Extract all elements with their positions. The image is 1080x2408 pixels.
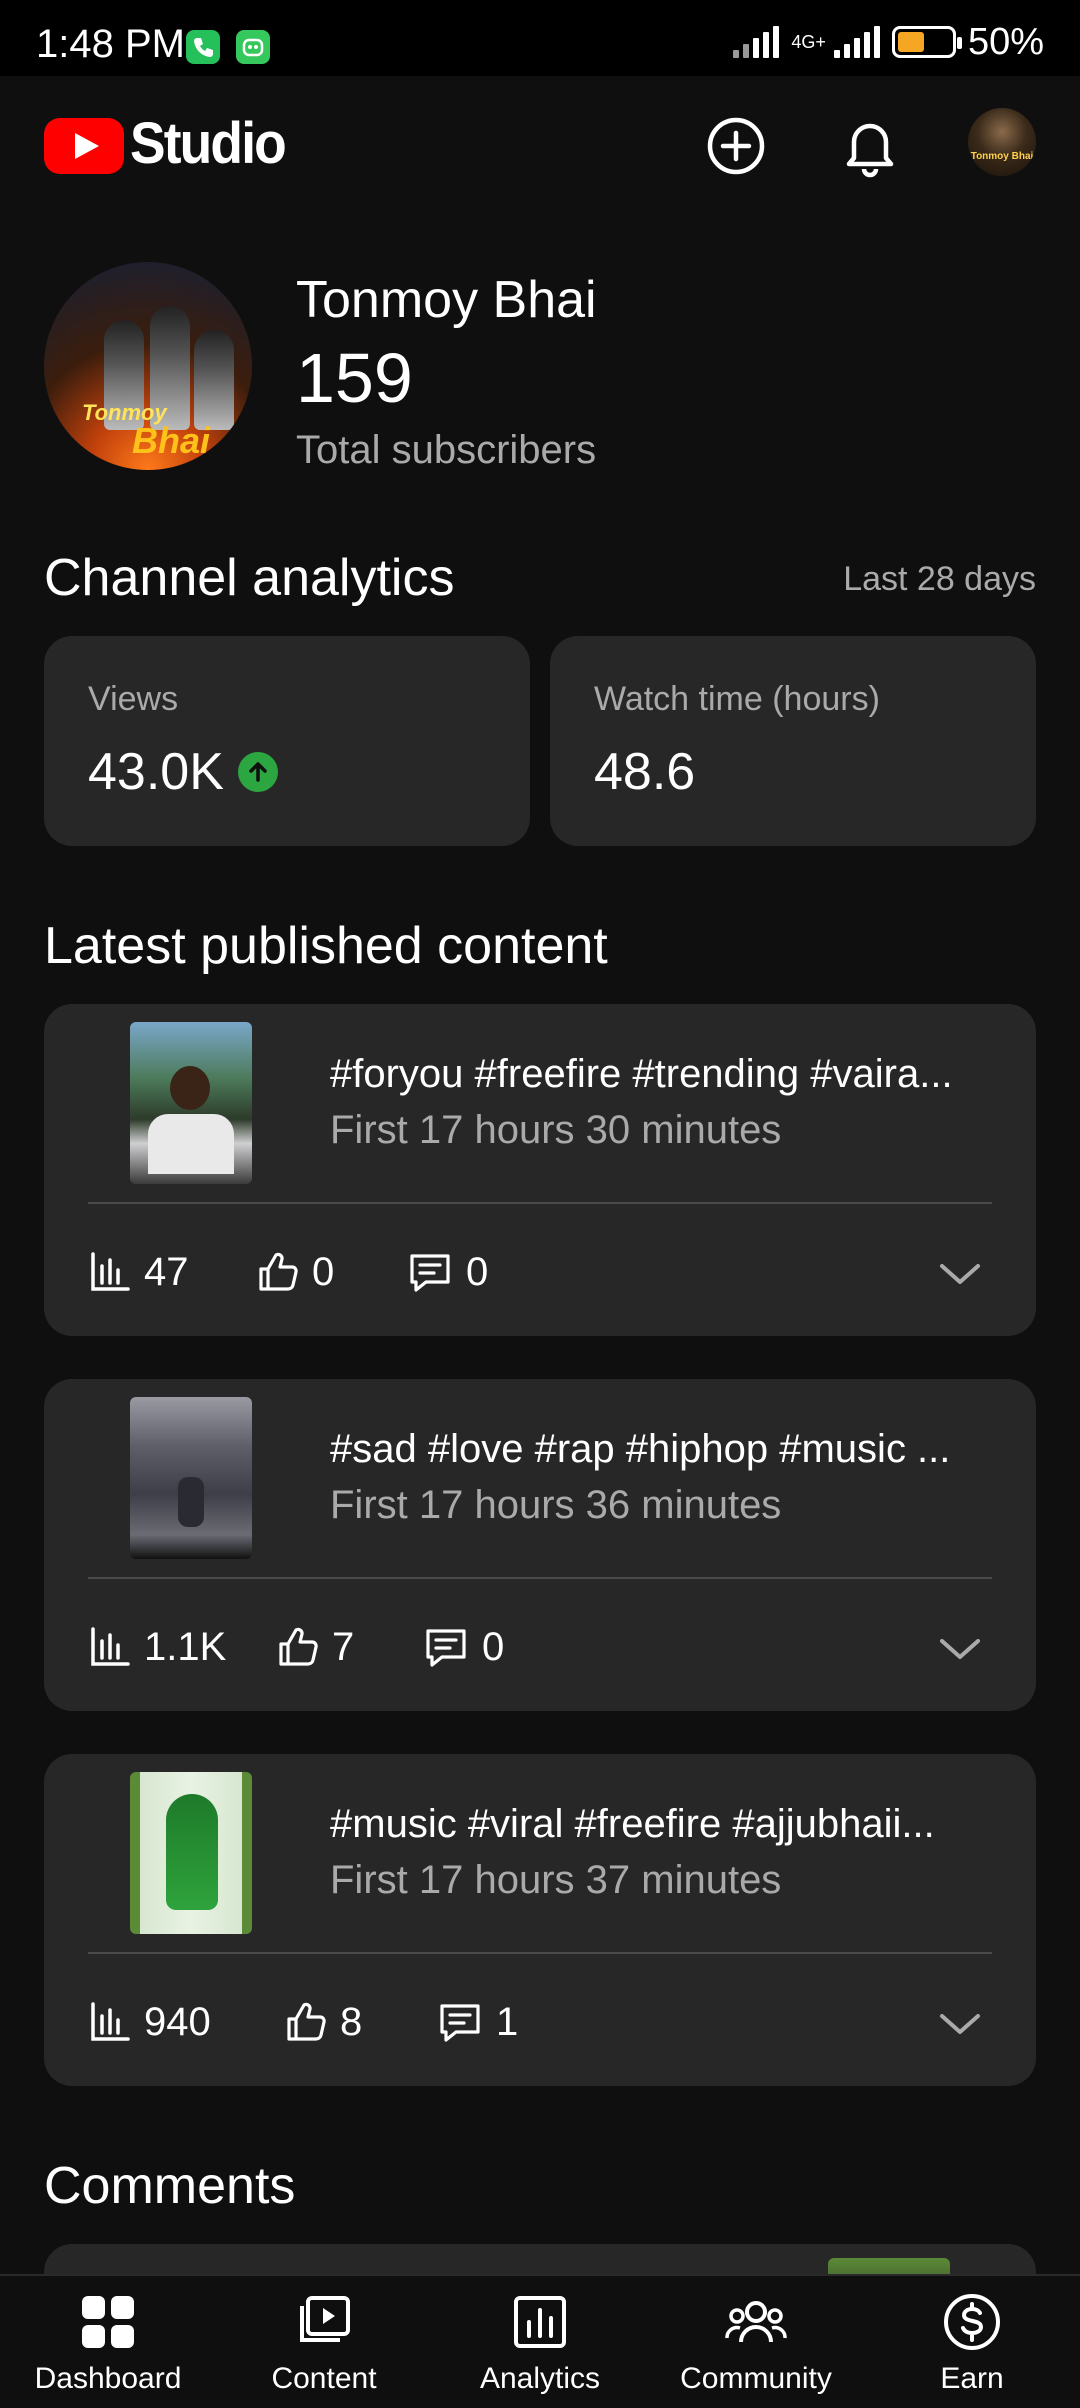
video-thumbnail[interactable] [130, 1397, 252, 1559]
analytics-icon [508, 2290, 572, 2354]
bar-chart-icon [91, 1627, 130, 1666]
comment-icon [410, 1254, 450, 1292]
content-card[interactable]: #sad #love #rap #hiphop #music ... First… [44, 1379, 1036, 1711]
chevron-down-icon[interactable] [936, 2004, 984, 2044]
comments-title: Comments [44, 2157, 296, 2215]
nav-dashboard[interactable]: Dashboard [8, 2290, 208, 2400]
status-bar: 1:48 PM 4G+ 50% [0, 0, 1080, 76]
likes-metric: 7 [276, 1619, 354, 1675]
thumbs-up-icon [287, 2002, 326, 2041]
comment-icon [426, 1629, 466, 1667]
chat-bot-icon [236, 30, 270, 64]
divider [88, 1202, 992, 1204]
video-title: #sad #love #rap #hiphop #music ... [330, 1427, 951, 1471]
bar-chart-icon [91, 2002, 130, 2041]
nav-label: Community [680, 2362, 832, 2395]
views-count: 940 [144, 1999, 211, 2044]
battery-icon [891, 26, 962, 58]
create-button[interactable] [702, 112, 770, 180]
likes-count: 0 [312, 1249, 335, 1294]
channel-name: Tonmoy Bhai [296, 271, 597, 329]
video-performance-window: First 17 hours 36 minutes [330, 1483, 782, 1527]
content-card[interactable]: #music #viral #freefire #ajjubhaii... Fi… [44, 1754, 1036, 2086]
nav-label: Dashboard [34, 2362, 182, 2395]
views-metric: 940 [88, 1994, 211, 2050]
views-label: Views [88, 680, 179, 718]
account-avatar[interactable]: Tonmoy Bhai [968, 108, 1036, 176]
add-circle-icon [707, 117, 765, 175]
analytics-range: Last 28 days [843, 560, 1036, 598]
thumbs-up-icon [259, 1252, 298, 1291]
signal-icon [733, 26, 780, 58]
nav-content[interactable]: Content [224, 2290, 424, 2400]
app-title: Studio [130, 111, 287, 176]
latest-content-title: Latest published content [44, 917, 608, 975]
video-title: #music #viral #freefire #ajjubhaii... [330, 1802, 935, 1846]
chevron-down-icon[interactable] [936, 1254, 984, 1294]
bar-chart-icon [91, 1252, 130, 1291]
likes-count: 7 [332, 1624, 355, 1669]
earn-icon [940, 2290, 1004, 2354]
phone-call-icon [186, 30, 220, 64]
video-performance-window: First 17 hours 37 minutes [330, 1858, 782, 1902]
comment-icon [440, 2004, 480, 2042]
views-count: 1.1K [144, 1624, 227, 1669]
content-icon [292, 2290, 356, 2354]
comments-metric: 0 [406, 1244, 488, 1300]
comments-metric: 1 [436, 1994, 518, 2050]
status-indicators: 4G+ 50% [733, 20, 1044, 64]
subscriber-label: Total subscribers [296, 428, 597, 472]
watch-time-card[interactable]: Watch time (hours) 48.6 [550, 636, 1036, 846]
avatar-name-line2: Bhai [132, 420, 211, 461]
comments-count: 1 [496, 1999, 519, 2044]
avatar-text: Tonmoy Bhai [970, 151, 1034, 162]
video-thumbnail[interactable] [130, 1022, 252, 1184]
views-value: 43.0K [88, 743, 224, 801]
bottom-navigation: Dashboard Content Analytics Community Ea… [0, 2274, 1080, 2408]
likes-count: 8 [340, 1999, 363, 2044]
nav-community[interactable]: Community [656, 2290, 856, 2400]
watch-time-value: 48.6 [594, 743, 696, 801]
divider [88, 1577, 992, 1579]
views-count: 47 [144, 1249, 189, 1294]
network-type: 4G+ [791, 32, 826, 52]
chevron-down-icon[interactable] [936, 1629, 984, 1669]
community-icon [724, 2290, 788, 2354]
video-thumbnail[interactable] [130, 1772, 252, 1934]
video-performance-window: First 17 hours 30 minutes [330, 1108, 782, 1152]
battery-percent: 50% [967, 20, 1044, 63]
subscriber-count: 159 [296, 339, 413, 417]
video-title: #foryou #freefire #trending #vaira... [330, 1052, 953, 1096]
signal-icon-2 [833, 26, 880, 58]
nav-label: Content [271, 2362, 377, 2395]
comments-count: 0 [466, 1249, 489, 1294]
bell-icon [846, 123, 894, 178]
content-card[interactable]: #foryou #freefire #trending #vaira... Fi… [44, 1004, 1036, 1336]
app-header: Studio Tonmoy Bhai [0, 76, 1080, 206]
divider [88, 1952, 992, 1954]
views-card[interactable]: Views 43.0K [44, 636, 530, 846]
youtube-logo-icon [44, 118, 124, 174]
watch-time-label: Watch time (hours) [594, 680, 880, 718]
comments-count: 0 [482, 1624, 505, 1669]
trend-up-icon [237, 752, 278, 792]
notifications-button[interactable] [836, 112, 904, 180]
views-metric: 47 [88, 1244, 189, 1300]
nav-label: Earn [940, 2362, 1004, 2395]
dashboard-icon [76, 2290, 140, 2354]
status-time: 1:48 PM [36, 22, 185, 66]
comments-metric: 0 [422, 1619, 504, 1675]
nav-label: Analytics [479, 2362, 601, 2395]
likes-metric: 0 [256, 1244, 334, 1300]
likes-metric: 8 [284, 1994, 362, 2050]
thumbs-up-icon [279, 1627, 318, 1666]
channel-avatar[interactable]: Tonmoy Bhai [44, 262, 252, 470]
nav-earn[interactable]: Earn [872, 2290, 1072, 2400]
nav-analytics[interactable]: Analytics [440, 2290, 640, 2400]
views-value-row: 43.0K [88, 742, 278, 802]
analytics-title: Channel analytics [44, 549, 455, 607]
views-metric: 1.1K [88, 1619, 226, 1675]
